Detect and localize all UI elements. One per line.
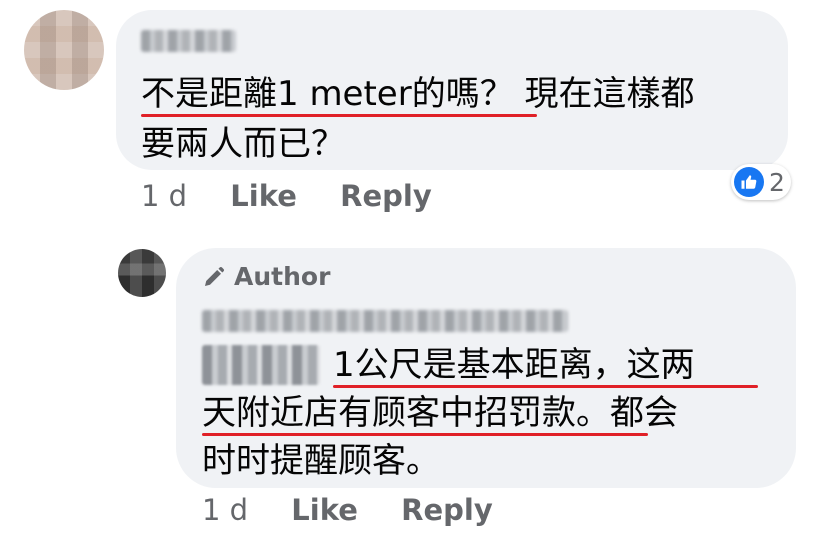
reply-timestamp[interactable]: 1 d (202, 493, 248, 527)
reply-button[interactable]: Reply (401, 493, 493, 527)
reaction-count: 2 (769, 167, 785, 197)
like-button[interactable]: Like (291, 493, 358, 527)
commenter-avatar[interactable] (24, 10, 104, 90)
comment-text-line-2: 要兩人而已？ (141, 124, 345, 164)
comment-timestamp[interactable]: 1 d (141, 179, 187, 213)
reply-text-line-3: 时时提醒顾客。 (202, 441, 440, 481)
comment-text-line-1: 不是距離1 meter的嗎？ 現在這樣都 (141, 74, 695, 114)
comment-actions: 1 d Like Reply (141, 179, 432, 213)
thumbs-up-icon (734, 167, 764, 197)
pencil-icon (205, 266, 225, 286)
reply-text-line-2: 天附近店有顾客中招罚款。都会 (202, 393, 678, 433)
author-badge: Author (202, 262, 330, 291)
reply-button[interactable]: Reply (340, 179, 432, 213)
red-underline (333, 385, 758, 388)
red-underline (202, 433, 648, 436)
red-underline (141, 114, 537, 117)
like-button[interactable]: Like (230, 179, 297, 213)
reply-text-line-1: 1公尺是基本距离，这两 (333, 345, 695, 385)
author-badge-label: Author (234, 262, 331, 291)
reaction-summary[interactable]: 2 (731, 164, 791, 200)
reply-actions: 1 d Like Reply (202, 493, 493, 527)
redacted-text-block (202, 345, 320, 385)
reply-author-avatar[interactable] (118, 249, 166, 297)
commenter-name-blurred[interactable] (141, 30, 236, 52)
reply-author-name-blurred[interactable] (202, 310, 568, 332)
